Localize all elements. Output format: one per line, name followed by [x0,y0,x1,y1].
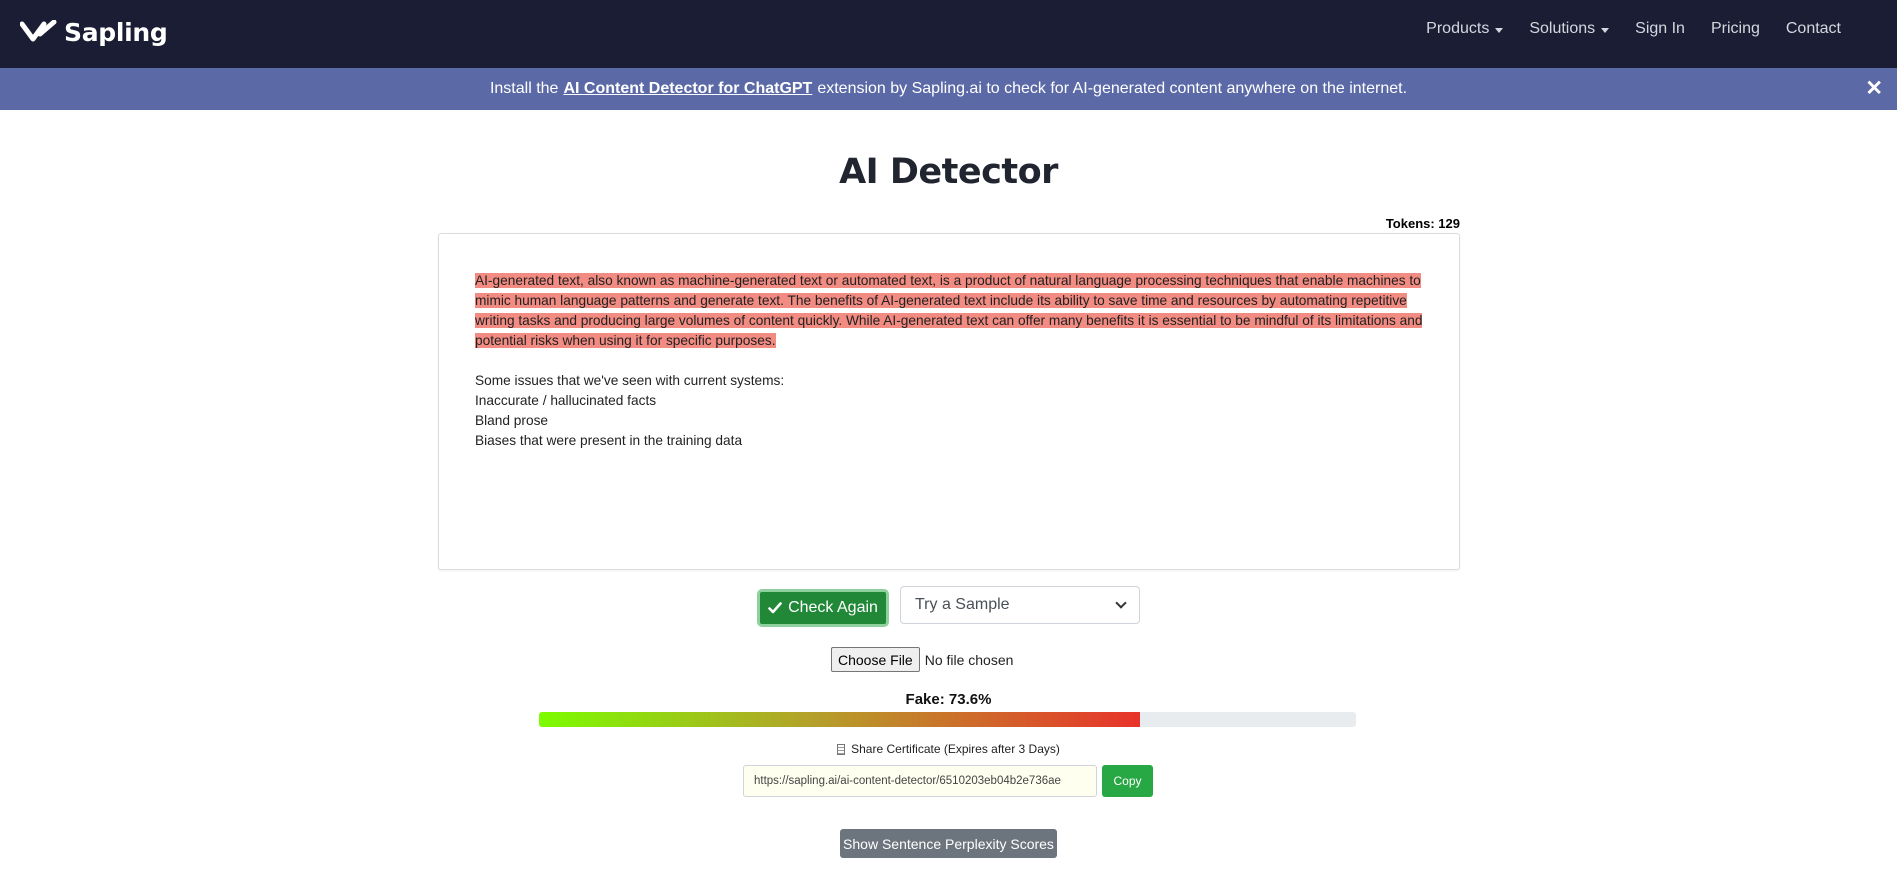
fake-score-label: Fake: 73.6% [905,691,992,708]
page-title: AI Detector [839,152,1058,192]
text-editor[interactable]: AI-generated text, also known as machine… [438,233,1460,570]
editor-line: Biases that were present in the training… [475,433,743,448]
nav-solutions-dropdown[interactable]: Solutions [1529,20,1610,38]
file-status: No file chosen [924,651,1014,668]
check-again-button[interactable]: Check Again [757,589,889,627]
nav-sign-in-link[interactable]: Sign In [1635,20,1685,38]
top-navbar: Sapling Products Solutions Sign In Prici… [0,0,1897,68]
caret-down-icon [1495,27,1504,33]
token-count: Tokens: 129 [1385,216,1460,231]
check-again-label: Check Again [788,599,878,616]
caret-down-icon [1601,27,1610,33]
nav-solutions-label: Solutions [1529,20,1596,37]
sample-select-value: Try a Sample [915,596,1010,613]
fake-score-meter-fill [539,712,1141,727]
share-certificate: Share Certificate (Expires after 3 Days) [0,742,1897,756]
choose-file-button[interactable]: Choose File [831,647,920,672]
share-certificate-label: Share Certificate (Expires after 3 Days) [851,742,1060,756]
document-icon [837,743,846,755]
show-perplexity-button[interactable]: Show Sentence Perplexity Scores [840,829,1057,858]
ai-highlighted-text: AI-generated text, also known as machine… [475,273,1423,348]
nav-links: Products Solutions Sign In Pricing Conta… [1426,20,1841,38]
brand-logo-link[interactable]: Sapling [20,12,168,52]
sapling-logo-icon [20,20,57,42]
banner-extension-link[interactable]: AI Content Detector for ChatGPT [563,80,812,98]
try-sample-select[interactable]: Try a Sample [900,586,1140,624]
file-upload: Choose File No file chosen [831,647,1013,672]
brand-name: Sapling [64,17,168,47]
editor-line: Inaccurate / hallucinated facts [475,393,657,408]
editor-paragraph-1: AI-generated text, also known as machine… [475,271,1423,351]
editor-line: Bland prose [475,413,549,428]
checkmark-icon [768,602,782,614]
editor-line: Some issues that we've seen with current… [475,373,785,388]
nav-products-label: Products [1426,20,1490,37]
banner-prefix: Install the [489,80,559,97]
nav-contact-link[interactable]: Contact [1786,20,1841,38]
close-icon[interactable]: ✕ [1865,78,1883,99]
nav-pricing-link[interactable]: Pricing [1711,20,1760,38]
copy-button[interactable]: Copy [1102,765,1153,797]
nav-products-dropdown[interactable]: Products [1426,20,1504,38]
extension-banner: Install the AI Content Detector for Chat… [0,68,1897,110]
banner-suffix: extension by Sapling.ai to check for AI-… [817,80,1408,97]
fake-score-meter [539,712,1356,727]
share-url-input[interactable]: https://sapling.ai/ai-content-detector/6… [743,765,1097,797]
chevron-down-icon [1115,597,1127,609]
